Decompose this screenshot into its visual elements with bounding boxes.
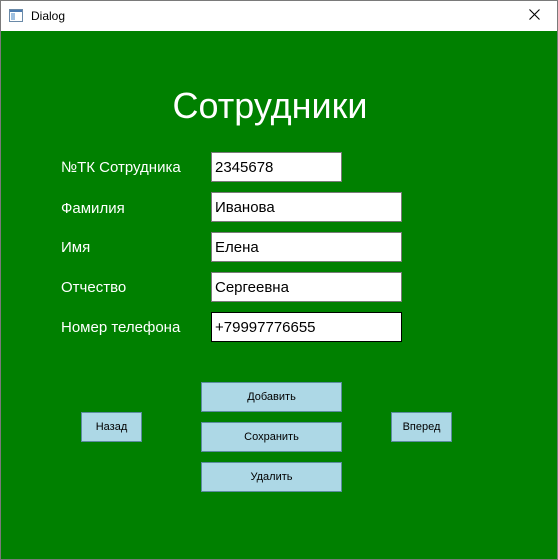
patronymic-field[interactable] [211, 272, 402, 302]
employee-number-label: №ТК Сотрудника [61, 159, 181, 176]
last-name-label: Фамилия [61, 200, 125, 217]
forward-button[interactable]: Вперед [391, 412, 452, 442]
form-area: Сотрудники №ТК Сотрудника Фамилия Имя От… [1, 31, 557, 559]
add-button[interactable]: Добавить [201, 382, 342, 412]
first-name-field[interactable] [211, 232, 402, 262]
close-icon [528, 7, 540, 25]
app-window-icon [9, 9, 23, 22]
page-title: Сотрудники [172, 85, 368, 126]
back-button[interactable]: Назад [81, 412, 142, 442]
phone-field[interactable] [211, 312, 402, 342]
close-button[interactable] [511, 1, 557, 31]
save-button[interactable]: Сохранить [201, 422, 342, 452]
delete-button[interactable]: Удалить [201, 462, 342, 492]
first-name-label: Имя [61, 239, 91, 256]
window-title: Dialog [31, 9, 66, 23]
last-name-field[interactable] [211, 192, 402, 222]
patronymic-label: Отчество [61, 279, 127, 296]
employee-number-field[interactable] [211, 152, 342, 182]
title-bar[interactable]: Dialog [1, 1, 557, 31]
phone-label: Номер телефона [61, 319, 181, 336]
dialog-window: Dialog Сотрудники №ТК Сотрудника Фамилия… [0, 0, 558, 560]
